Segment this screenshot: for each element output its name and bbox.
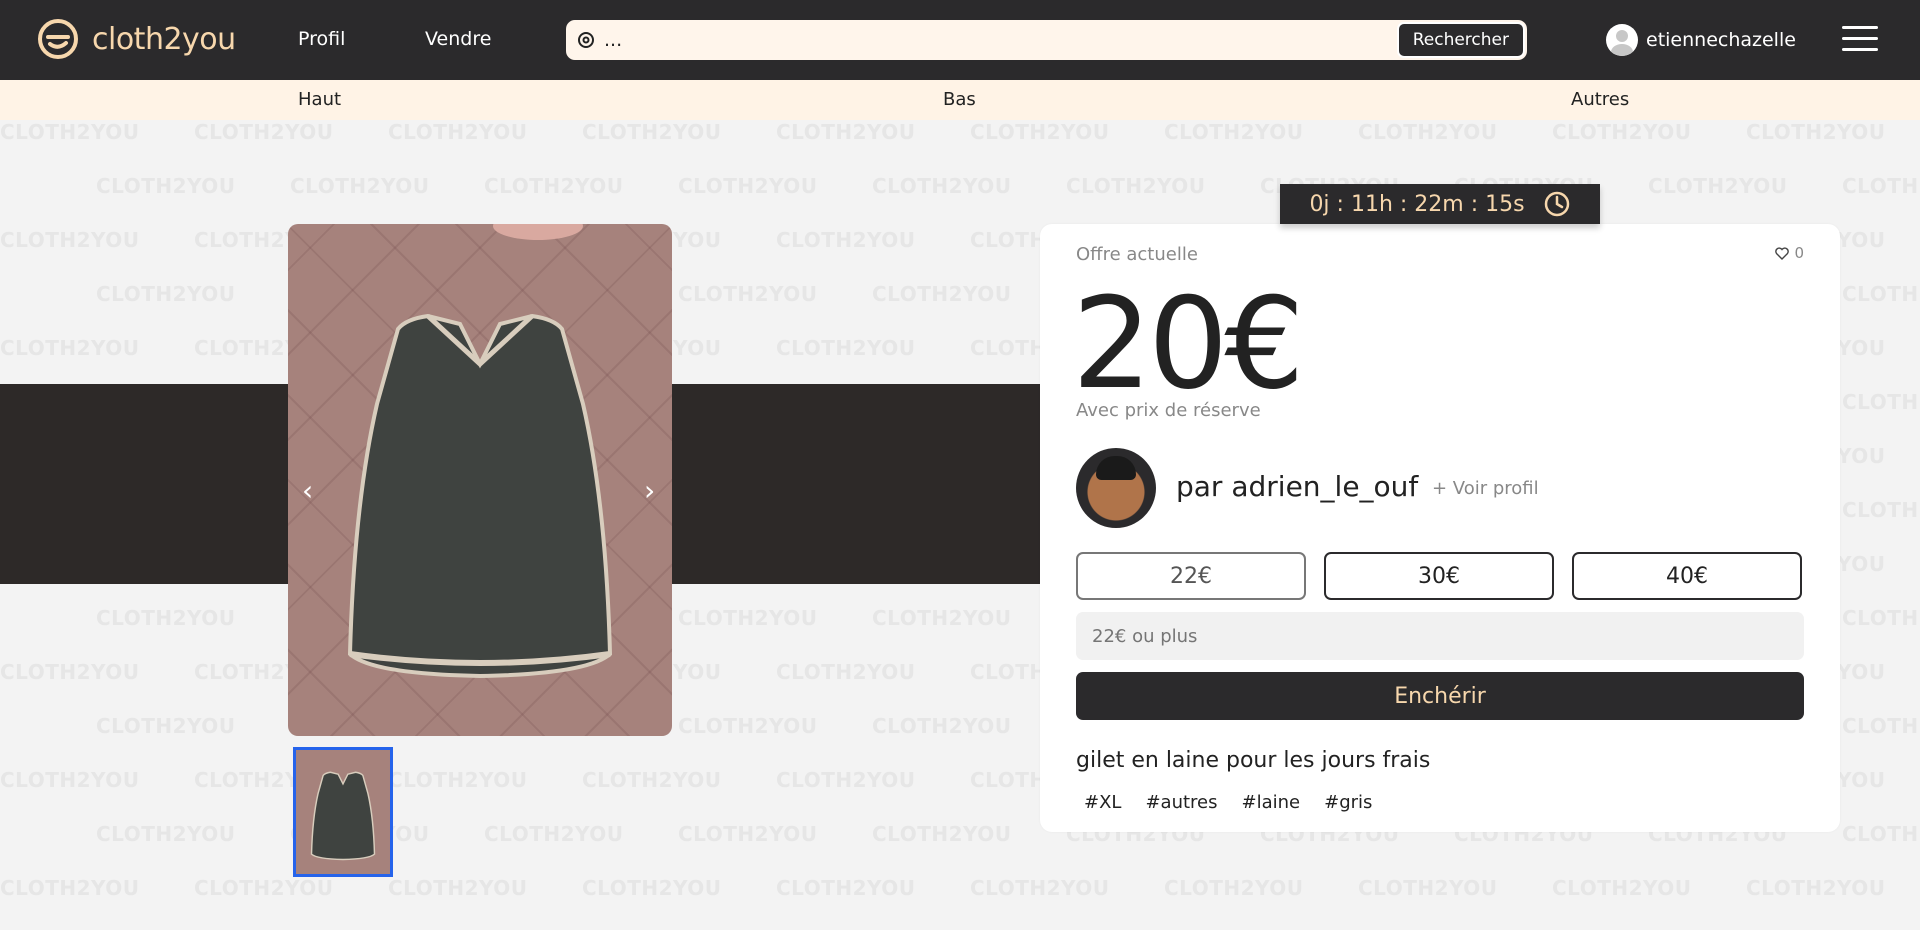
view-profile-link[interactable]: + Voir profil xyxy=(1432,478,1539,499)
next-image-button[interactable]: › xyxy=(644,474,655,507)
seller-avatar[interactable] xyxy=(1076,448,1156,528)
logo[interactable]: cloth2you xyxy=(36,17,236,61)
tag-list: #XL #autres #laine #gris xyxy=(1084,792,1372,813)
auction-card: Offre actuelle 0 20€ Avec prix de réserv… xyxy=(1040,224,1840,832)
user-menu[interactable]: etiennechazelle xyxy=(1606,24,1796,56)
nav-vendre[interactable]: Vendre xyxy=(425,28,491,50)
heart-icon xyxy=(1775,246,1790,260)
hamburger-menu-icon[interactable] xyxy=(1842,26,1878,54)
logo-icon xyxy=(38,19,78,59)
tag[interactable]: #gris xyxy=(1324,792,1372,813)
offer-label: Offre actuelle xyxy=(1076,244,1198,265)
nav-profil[interactable]: Profil xyxy=(298,28,345,50)
watermark-row: CLOTH2YOUCLOTH2YOUCLOTH2YOUCLOTH2YOUCLOT… xyxy=(0,120,1886,144)
clock-icon xyxy=(1544,191,1569,217)
logo-text: cloth2you xyxy=(92,21,236,57)
bid-amount-input[interactable] xyxy=(1076,612,1804,660)
timer-text: 0j : 11h : 22m : 15s xyxy=(1309,191,1525,217)
reserve-note: Avec prix de réserve xyxy=(1076,400,1261,421)
like-count: 0 xyxy=(1794,244,1804,262)
tag[interactable]: #XL xyxy=(1084,792,1121,813)
category-bar: Haut Bas Autres xyxy=(0,80,1920,120)
quick-bid-30[interactable]: 30€ xyxy=(1324,552,1554,600)
current-price: 20€ xyxy=(1072,270,1304,417)
tag[interactable]: #laine xyxy=(1242,792,1301,813)
category-haut[interactable]: Haut xyxy=(298,89,341,110)
tag[interactable]: #autres xyxy=(1145,792,1217,813)
image-thumbnail[interactable] xyxy=(293,747,393,877)
search-button[interactable]: Rechercher xyxy=(1396,22,1525,58)
quick-bid-22[interactable]: 22€ xyxy=(1076,552,1306,600)
seller-name: par adrien_le_ouf xyxy=(1176,470,1419,503)
like-button[interactable]: 0 xyxy=(1775,244,1804,262)
vest-illustration xyxy=(347,224,613,679)
quick-bid-40[interactable]: 40€ xyxy=(1572,552,1802,600)
search-input[interactable] xyxy=(596,29,1397,51)
watermark-row: CLOTH2YOUCLOTH2YOUCLOTH2YOUCLOTH2YOUCLOT… xyxy=(96,174,1920,198)
auction-timer: 0j : 11h : 22m : 15s xyxy=(1280,184,1600,224)
search-icon xyxy=(578,32,594,48)
category-autres[interactable]: Autres xyxy=(1571,89,1629,110)
user-avatar-icon xyxy=(1606,24,1638,56)
top-navbar: cloth2you Profil Vendre Rechercher etien… xyxy=(0,0,1920,80)
place-bid-button[interactable]: Enchérir xyxy=(1076,672,1804,720)
prev-image-button[interactable]: ‹ xyxy=(302,474,313,507)
category-bas[interactable]: Bas xyxy=(943,89,976,110)
watermark-row: CLOTH2YOUCLOTH2YOUCLOTH2YOUCLOTH2YOUCLOT… xyxy=(0,876,1886,900)
product-image: ‹ › xyxy=(288,224,672,736)
item-description: gilet en laine pour les jours frais xyxy=(1076,748,1431,773)
search-bar: Rechercher xyxy=(566,20,1527,60)
username: etiennechazelle xyxy=(1646,29,1796,51)
